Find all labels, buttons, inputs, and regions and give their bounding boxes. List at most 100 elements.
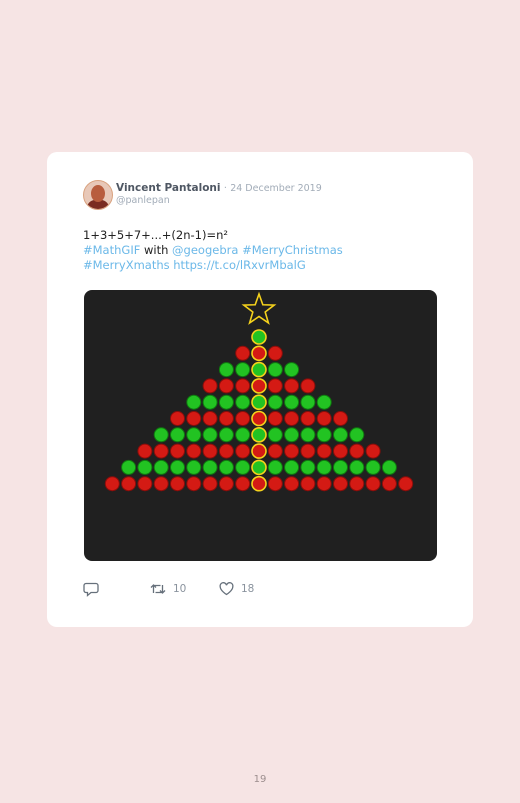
- tree-dot: [316, 476, 332, 492]
- tree-dot: [218, 362, 234, 378]
- tree-dot: [137, 443, 153, 459]
- tree-dot: [267, 476, 283, 492]
- tree-dot: [218, 427, 234, 443]
- tweet-actions: 10 18: [83, 582, 383, 598]
- tree-dot: [170, 476, 185, 492]
- tree-dot: [121, 476, 137, 492]
- mention-geogebra[interactable]: @geogebra: [172, 243, 238, 257]
- tweet-date[interactable]: 24 December 2019: [230, 183, 322, 194]
- tree-dot: [267, 362, 283, 378]
- tree-dot: [316, 459, 332, 475]
- tree-dot: [121, 459, 137, 475]
- separator: ·: [223, 183, 227, 194]
- tree-dot: [170, 411, 185, 426]
- tree-dot: [349, 427, 365, 443]
- tree-dot: [349, 443, 365, 459]
- tree-dot: [267, 427, 283, 443]
- tree-dot: [267, 345, 283, 361]
- tree-dot: [284, 443, 300, 459]
- author-line: Vincent Pantaloni · 24 December 2019: [116, 182, 322, 194]
- hashtag-mathgif[interactable]: #MathGIF: [83, 243, 140, 257]
- tree-dot: [316, 411, 332, 426]
- avatar[interactable]: [83, 180, 113, 210]
- tree-dot: [284, 378, 300, 394]
- hashtag-merryxmaths[interactable]: #MerryXmaths: [83, 258, 170, 272]
- page-number: 19: [253, 774, 267, 785]
- tree-dot: [316, 394, 332, 410]
- tree-dot: [251, 459, 267, 476]
- tree-dot: [235, 362, 251, 378]
- tree-dot: [218, 459, 234, 475]
- tree-dot: [235, 411, 251, 426]
- tree-dot: [267, 443, 283, 459]
- tree-dot: [300, 476, 316, 492]
- tree-dot: [218, 394, 234, 410]
- tree-dot: [170, 443, 185, 459]
- tree-dot: [235, 427, 251, 443]
- tree-dot: [365, 443, 381, 459]
- tree-dot: [218, 378, 234, 394]
- tweet-formula: 1+3+5+7+...+(2n-1)=n²: [83, 228, 228, 242]
- tree-dot: [170, 427, 185, 443]
- tree-dot: [300, 443, 316, 459]
- hashtag-merrychristmas[interactable]: #MerryChristmas: [238, 243, 343, 257]
- tree-dot: [235, 459, 251, 475]
- tree-dot: [186, 411, 202, 426]
- tree-dot: [300, 427, 316, 443]
- tree-dot: [153, 476, 169, 492]
- tree-dot: [267, 394, 283, 410]
- tree-dot: [284, 476, 300, 492]
- short-link[interactable]: https://t.co/lRxvrMbalG: [170, 258, 306, 272]
- tree-dot: [251, 443, 267, 459]
- tree-dot: [186, 476, 202, 492]
- tree-dot: [300, 378, 316, 394]
- tree-dot: [333, 427, 348, 443]
- tree-dot: [251, 361, 267, 378]
- tree-dot: [251, 475, 267, 492]
- tree-dot: [186, 443, 202, 459]
- retweet-count: 10: [173, 583, 187, 595]
- like-count: 18: [241, 583, 255, 595]
- tree-dot: [170, 459, 185, 475]
- tree-dot: [316, 443, 332, 459]
- tree-dot: [202, 427, 218, 443]
- tree-dot: [202, 459, 218, 475]
- author-name[interactable]: Vincent Pantaloni: [116, 182, 220, 194]
- tree-dot: [153, 459, 169, 475]
- tree-dot: [300, 394, 316, 410]
- tree-dot: [284, 394, 300, 410]
- tree-dot: [284, 427, 300, 443]
- tree-dot: [349, 476, 365, 492]
- tree-dot: [267, 378, 283, 394]
- tree-dot: [333, 459, 348, 475]
- tweet-text: 1+3+5+7+...+(2n-1)=n² #MathGIF with @geo…: [83, 228, 343, 273]
- tree-dot: [235, 345, 251, 361]
- tree-dot: [186, 427, 202, 443]
- reply-icon: [83, 582, 99, 597]
- tree-dot: [218, 411, 234, 426]
- tree-dot: [251, 394, 267, 410]
- tree-dot: [267, 459, 283, 475]
- tree-dot: [381, 459, 397, 475]
- retweet-button[interactable]: 10: [150, 582, 186, 596]
- tree-dot: [381, 476, 397, 492]
- author-handle[interactable]: @panlepan: [116, 195, 170, 206]
- tree-dot: [300, 411, 316, 426]
- reply-button[interactable]: [83, 582, 99, 597]
- tree-dot: [235, 394, 251, 410]
- tree-dot: [267, 411, 283, 426]
- tree-dot: [365, 476, 381, 492]
- tree-dot: [251, 378, 267, 394]
- tree-dot: [284, 362, 300, 378]
- tree-dot: [251, 410, 267, 427]
- tree-dot: [333, 443, 348, 459]
- tree-dot: [104, 476, 120, 492]
- tree-dot: [186, 459, 202, 475]
- like-button[interactable]: 18: [219, 582, 254, 596]
- tweet-media[interactable]: [84, 290, 437, 561]
- tree-dot: [333, 411, 348, 426]
- tree-dot: [235, 443, 251, 459]
- retweet-icon: [150, 584, 166, 594]
- star-icon: [241, 291, 277, 325]
- tree-dot: [202, 378, 218, 394]
